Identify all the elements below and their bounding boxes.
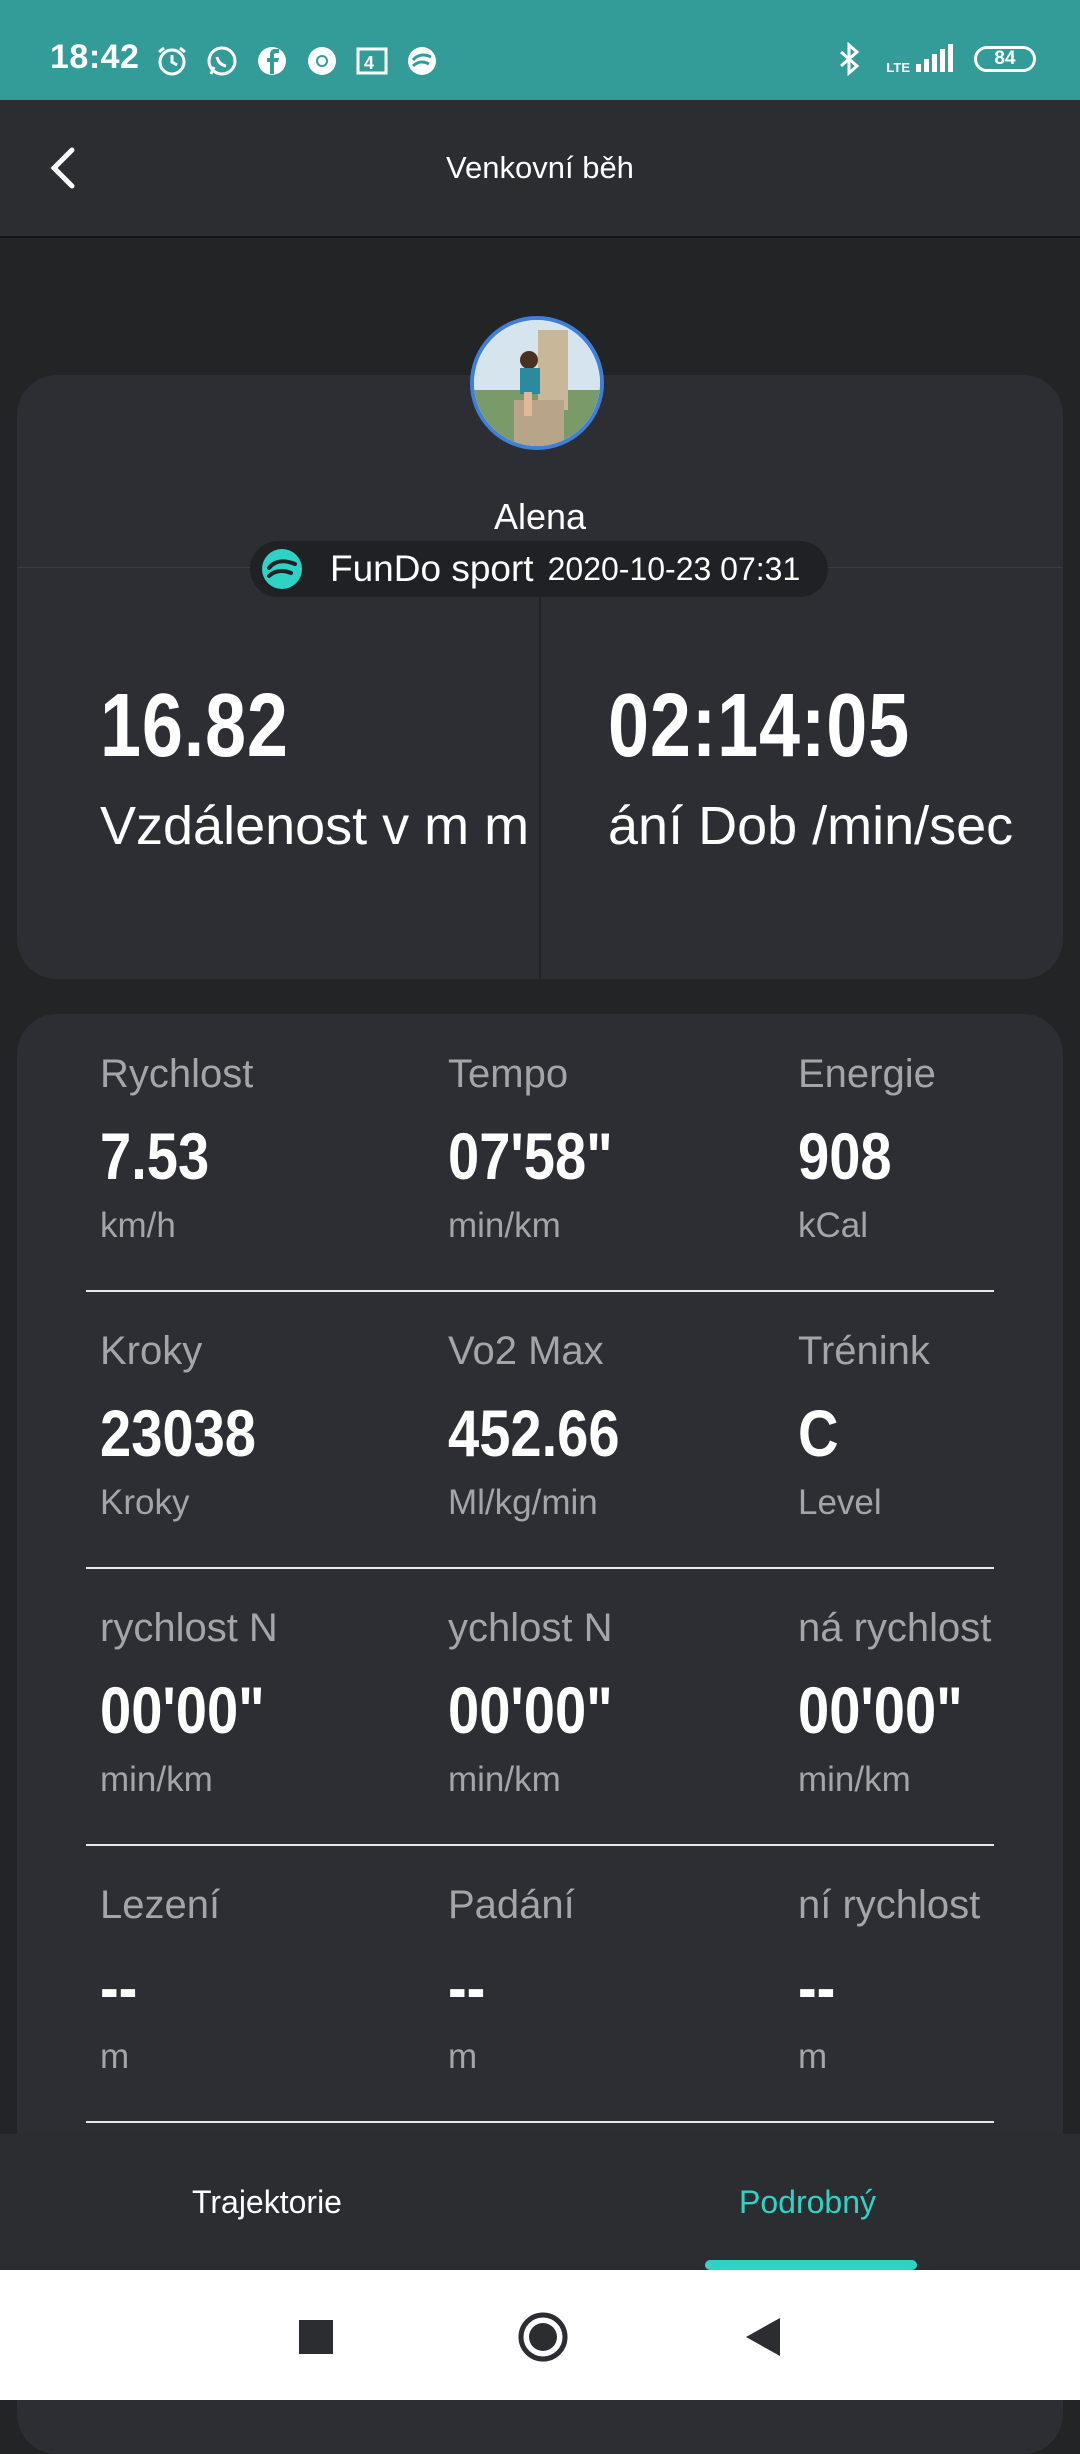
facebook-icon [255, 44, 289, 78]
stat-value-descent: -- [448, 1950, 486, 2024]
stat-unit-training: Level [798, 1483, 882, 1522]
stat-value-speed-3: 00'00" [798, 1673, 963, 1747]
stat-unit-descent: m [448, 2037, 478, 2076]
stat-unit-climb: m [100, 2037, 130, 2076]
activity-datetime: 2020-10-23 07:31 [547, 550, 801, 587]
stat-value-vertical-speed: -- [798, 1950, 836, 2024]
notification-icons: 4 [155, 44, 439, 78]
back-icon [746, 2318, 780, 2356]
stat-label-vo2max: Vo2 Max [448, 1329, 604, 1373]
row-divider [86, 1844, 994, 1846]
tab-trajectory[interactable]: Trajektorie [192, 2184, 342, 2221]
stat-value-speed-1: 00'00" [100, 1673, 265, 1747]
stat-label-steps: Kroky [100, 1329, 203, 1373]
home-button[interactable] [516, 2310, 570, 2364]
duration-label: ání Dob /min/sec [608, 796, 1014, 856]
whatsapp-icon [205, 44, 239, 78]
stat-label-speed-1: rychlost N [100, 1606, 278, 1650]
user-name: Alena [493, 496, 587, 537]
stat-label-descent: Padání [448, 1883, 575, 1927]
stat-label-training: Trénink [798, 1329, 930, 1373]
page-title: Venkovní běh [446, 150, 634, 185]
stat-unit-steps: Kroky [100, 1483, 190, 1522]
stat-value-steps: 23038 [100, 1396, 257, 1470]
svg-text:4: 4 [364, 53, 374, 73]
status-time: 18:42 [50, 38, 140, 76]
status-bar: 18:42 4 LTE 84 [0, 0, 1080, 100]
avatar-photo [474, 320, 600, 446]
stat-value-speed-2: 00'00" [448, 1673, 613, 1747]
stat-value-climb: -- [100, 1950, 138, 2024]
stat-unit-vertical-speed: m [798, 2037, 828, 2076]
active-tab-indicator [705, 2260, 917, 2270]
stat-label-energy: Energie [798, 1052, 936, 1096]
avatar[interactable] [470, 316, 604, 450]
stat-unit-vo2max: Ml/kg/min [448, 1483, 598, 1522]
summary-card: 16.82 Vzdálenost v m m 02:14:05 ání Dob … [17, 375, 1063, 979]
system-icons: LTE 84 [832, 42, 1036, 76]
row-divider [86, 1290, 994, 1292]
distance-value: 16.82 [100, 676, 289, 776]
stat-value-training: C [798, 1396, 839, 1470]
stat-value-speed: 7.53 [100, 1119, 210, 1193]
stat-label-speed-3: ná rychlost [798, 1606, 992, 1650]
stat-label-climb: Lezení [100, 1883, 221, 1927]
row-divider [86, 2121, 994, 2123]
app-badge: FunDo sport 2020-10-23 07:31 [250, 541, 828, 597]
app-bar: Venkovní běh [0, 100, 1080, 238]
app-name: FunDo sport [330, 548, 534, 589]
stat-value-pace: 07'58" [448, 1119, 613, 1193]
4i-icon: 4 [355, 44, 389, 78]
fundo-icon [405, 44, 439, 78]
duration-value: 02:14:05 [608, 676, 910, 776]
alarm-icon [155, 44, 189, 78]
card-column-divider [539, 595, 541, 979]
stat-unit-speed-3: min/km [798, 1760, 911, 1799]
system-navigation-bar [0, 2270, 1080, 2400]
stat-label-speed-2: ychlost N [448, 1606, 613, 1650]
signal-icon: LTE [886, 44, 954, 74]
stat-label-speed: Rychlost [100, 1052, 254, 1096]
battery-indicator: 84 [974, 46, 1036, 72]
stat-value-vo2max: 452.66 [448, 1396, 620, 1470]
chrome-icon [305, 44, 339, 78]
stat-unit-speed-1: min/km [100, 1760, 213, 1799]
stat-label-pace: Tempo [448, 1052, 569, 1096]
stat-unit-speed: km/h [100, 1206, 176, 1245]
bluetooth-icon [832, 42, 866, 76]
fundo-logo-icon [262, 549, 302, 589]
stat-unit-pace: min/km [448, 1206, 561, 1245]
stat-unit-energy: kCal [798, 1206, 869, 1245]
row-divider [86, 1567, 994, 1569]
stat-label-vertical-speed: ní rychlost [798, 1883, 981, 1927]
stat-unit-speed-2: min/km [448, 1760, 561, 1799]
system-back-button[interactable] [740, 2314, 786, 2360]
recents-button[interactable] [293, 2314, 339, 2360]
stat-value-energy: 908 [798, 1119, 892, 1193]
home-icon [518, 2312, 568, 2362]
tab-details[interactable]: Podrobný [739, 2184, 876, 2221]
tab-bar: Trajektorie Podrobný [0, 2134, 1080, 2270]
distance-label: Vzdálenost v m m [100, 796, 530, 856]
recents-icon [299, 2320, 333, 2354]
